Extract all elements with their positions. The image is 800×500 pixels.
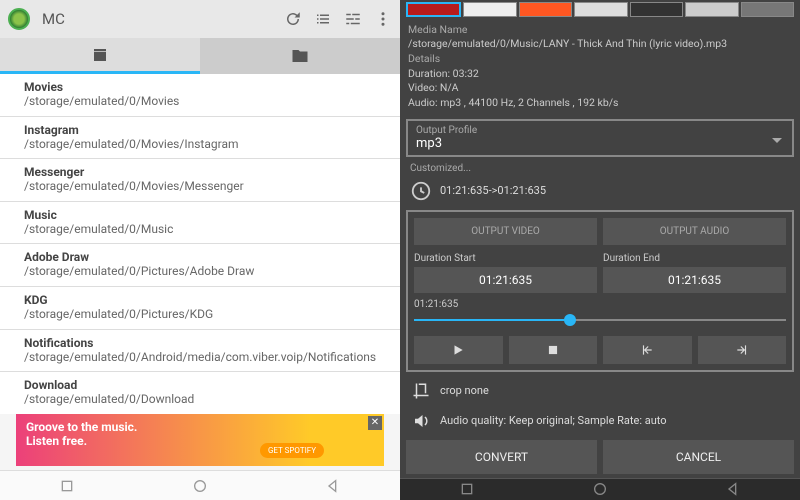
media-duration: Duration: 03:32 [408,67,792,82]
media-info: Media Name /storage/emulated/0/Music/LAN… [400,19,800,115]
folder-name: Download [24,378,386,392]
mark-start-button[interactable] [603,336,692,364]
output-profile-select[interactable]: Output Profile mp3 [406,119,794,157]
slider-time-label: 01:21:635 [414,299,786,310]
folder-row[interactable]: Adobe Draw/storage/emulated/0/Pictures/A… [0,244,400,287]
folder-name: Adobe Draw [24,250,386,264]
duration-start-label: Duration Start [414,253,597,264]
duration-end-label: Duration End [603,253,786,264]
audio-quality-row[interactable]: Audio quality: Keep original; Sample Rat… [400,406,800,436]
folder-name: Notifications [24,336,386,350]
mark-end-button[interactable] [698,336,787,364]
folder-row[interactable]: Music/storage/emulated/0/Music [0,202,400,245]
folder-path: /storage/emulated/0/Download [24,392,386,408]
list-icon[interactable] [314,10,332,28]
play-button[interactable] [414,336,503,364]
media-video: Video: N/A [408,81,792,96]
folder-path: /storage/emulated/0/Movies [24,94,386,110]
cancel-button[interactable]: CANCEL [603,440,794,474]
profile-label: Output Profile [416,125,784,136]
nav-back-icon[interactable] [325,478,341,494]
folder-path: /storage/emulated/0/Movies/Instagram [24,137,386,153]
nav-back-icon[interactable] [725,481,741,497]
folder-row[interactable]: Download/storage/emulated/0/Download [0,372,400,414]
profile-value: mp3 [416,136,784,151]
right-pane: Media Name /storage/emulated/0/Music/LAN… [400,0,800,500]
thumbnail[interactable] [741,2,794,17]
tab-folders[interactable] [200,38,400,74]
crop-row[interactable]: crop none [400,376,800,406]
folder-name: Music [24,208,386,222]
thumbnail[interactable] [406,2,461,17]
stop-button[interactable] [509,336,598,364]
folder-name: Movies [24,80,386,94]
settings-icon[interactable] [344,10,362,28]
folder-path: /storage/emulated/0/Pictures/KDG [24,307,386,323]
folder-name: Instagram [24,123,386,137]
thumbnail[interactable] [519,2,572,17]
nav-bar-right [400,478,800,500]
folder-path: /storage/emulated/0/Android/media/com.vi… [24,350,386,366]
media-audio: Audio: mp3 , 44100 Hz, 2 Channels , 192 … [408,96,792,111]
ad-banner[interactable]: Groove to the music. Listen free. GET SP… [16,414,384,466]
ad-line1: Groove to the music. [26,420,374,434]
folder-row[interactable]: Movies/storage/emulated/0/Movies [0,74,400,117]
thumbnail[interactable] [463,2,516,17]
output-audio-button[interactable]: OUTPUT AUDIO [603,218,786,245]
folder-row[interactable]: Messenger/storage/emulated/0/Movies/Mess… [0,159,400,202]
time-slider[interactable] [414,312,786,328]
customized-link[interactable]: Customized... [400,161,800,176]
refresh-icon[interactable] [284,10,302,28]
folder-path: /storage/emulated/0/Movies/Messenger [24,179,386,195]
output-video-button[interactable]: OUTPUT VIDEO [414,218,597,245]
details-label: Details [408,52,792,67]
crop-text: crop none [440,384,489,397]
tab-videos[interactable] [0,38,200,74]
chevron-down-icon [772,138,782,148]
edit-panel: OUTPUT VIDEO OUTPUT AUDIO Duration Start… [406,210,794,372]
folder-row[interactable]: Instagram/storage/emulated/0/Movies/Inst… [0,117,400,160]
left-pane: MC Movies/storage/emulated/0/MoviesInsta… [0,0,400,500]
nav-recent-icon[interactable] [459,481,475,497]
folder-name: KDG [24,293,386,307]
time-range-row: 01:21:635->01:21:635 [400,176,800,206]
thumbnail[interactable] [685,2,738,17]
convert-button[interactable]: CONVERT [406,440,597,474]
folder-row[interactable]: KDG/storage/emulated/0/Pictures/KDG [0,287,400,330]
media-name-label: Media Name [408,23,792,38]
crop-icon [412,382,430,400]
folder-path: /storage/emulated/0/Music [24,222,386,238]
ad-cta[interactable]: GET SPOTIFY [260,443,324,458]
folder-list[interactable]: Movies/storage/emulated/0/MoviesInstagra… [0,74,400,414]
app-header: MC [0,0,400,38]
app-title: MC [42,10,272,28]
tabs [0,38,400,74]
audio-quality-text: Audio quality: Keep original; Sample Rat… [440,414,667,427]
nav-bar-left [0,470,400,500]
duration-start-value[interactable]: 01:21:635 [414,267,597,293]
folder-path: /storage/emulated/0/Pictures/Adobe Draw [24,264,386,280]
folder-row[interactable]: Notifications/storage/emulated/0/Android… [0,330,400,373]
more-icon[interactable] [374,10,392,28]
nav-recent-icon[interactable] [59,478,75,494]
thumbnail[interactable] [574,2,627,17]
duration-end-value[interactable]: 01:21:635 [603,267,786,293]
app-logo [8,8,30,30]
ad-close-icon[interactable]: ✕ [368,416,382,430]
slider-knob[interactable] [564,314,576,326]
time-range: 01:21:635->01:21:635 [440,184,546,197]
speaker-icon [412,412,430,430]
media-path: /storage/emulated/0/Music/LANY - Thick A… [408,37,792,52]
thumbnail-strip [400,0,800,19]
timer-icon[interactable] [410,180,432,202]
thumbnail[interactable] [630,2,683,17]
folder-name: Messenger [24,165,386,179]
nav-home-icon[interactable] [192,478,208,494]
nav-home-icon[interactable] [592,481,608,497]
